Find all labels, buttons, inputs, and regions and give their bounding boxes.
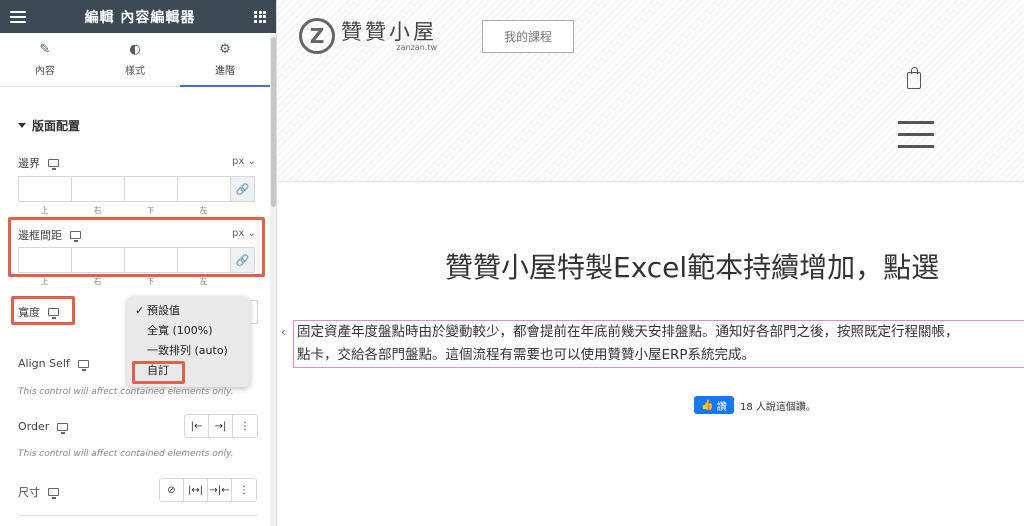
align-self-label-text: Align Self [18,357,70,370]
order-buttons: |← →| ⋮ [184,414,258,438]
desktop-icon[interactable] [48,488,59,499]
link-icon[interactable]: 🔗 [230,176,255,202]
logo-subtext: zanzan.tw [396,42,437,52]
menu-icon[interactable] [898,121,934,149]
fb-like: 👍 讚 18 人說這個讚。 [694,396,816,414]
panel-divider [18,515,258,516]
padding-left-input[interactable] [177,247,230,273]
para-line-2: 點卡，交給各部門盤點。這個流程有需要也可以使用贊贊小屋ERP系統完成。 [297,347,756,363]
order-start-icon[interactable]: |← [185,415,209,437]
tab-label: 樣式 [125,66,145,77]
collapse-panel-icon[interactable]: ‹ [281,325,286,339]
padding-label: 邊框間距 [18,227,81,243]
padding-right-input[interactable] [71,247,124,273]
padding-side-labels: 上右下左 [18,276,230,287]
side-label: 左 [199,277,208,286]
padding-label-text: 邊框間距 [18,229,62,242]
order-label: Order [18,420,69,434]
page-title: 贊贊小屋特製Excel範本持續增加，點選 [445,251,940,284]
desktop-icon[interactable] [70,231,81,242]
panel-tabs: ✎ 內容 ◐ 樣式 ⚙ 進階 [0,33,270,87]
margin-side-labels: 上右下左 [18,205,230,216]
grow-icon[interactable]: |↔| [184,479,208,501]
shrink-icon[interactable]: →|← [208,479,232,501]
side-label: 左 [199,206,208,215]
width-option-full[interactable]: 全寬 (100%) [127,321,250,341]
width-label-text: 寬度 [18,306,40,319]
margin-unit[interactable]: px ⌄ [232,156,256,167]
margin-label: 邊界 [18,155,59,171]
site-preview: Z 贊贊小屋 zanzan.tw 我的課程 ‹ 贊贊小屋特製Excel範本持續增… [277,0,1024,526]
width-label: 寬度 [18,304,59,320]
padding-top-input[interactable] [18,247,71,273]
size-label-text: 尺寸 [18,486,40,499]
panel-scrollbar[interactable] [270,33,276,526]
para-line-1: 固定資產年度盤點時由於變動較少，都會提前在年底前幾天安排盤點。通知好各部門之後，… [297,324,959,340]
desktop-icon[interactable] [77,359,89,371]
align-self-label: Align Self [18,357,89,371]
logo-text: 贊贊小屋 [341,19,437,44]
fb-like-label: 讚 [716,401,727,413]
tab-style[interactable]: ◐ 樣式 [90,33,180,86]
custom-highlight [132,361,185,384]
side-label: 上 [40,206,49,215]
pencil-icon: ✎ [39,41,51,57]
side-label: 上 [40,277,49,286]
order-label-text: Order [18,420,50,433]
order-note: This control will affect contained eleme… [18,449,234,459]
site-header: Z 贊贊小屋 zanzan.tw 我的課程 [277,0,1024,182]
grid-icon[interactable] [254,10,266,23]
fb-like-button[interactable]: 👍 讚 [694,396,734,414]
more-icon[interactable]: ⋮ [233,415,257,437]
my-courses-button[interactable]: 我的課程 [482,20,574,53]
gear-icon: ⚙ [219,41,231,57]
side-label: 右 [93,206,102,215]
link-icon[interactable]: 🔗 [230,247,255,273]
desktop-icon[interactable] [48,308,59,319]
side-label: 下 [146,277,155,286]
fb-like-count: 18 人說這個讚。 [740,401,816,413]
more-icon[interactable]: ⋮ [232,479,256,501]
padding-unit[interactable]: px ⌄ [232,228,256,239]
desktop-icon[interactable] [48,159,59,170]
panel-topbar: 編輯 內容編輯器 [0,0,276,33]
margin-inputs: 🔗 [18,176,255,202]
size-label: 尺寸 [18,484,59,500]
text-editor-widget[interactable]: 固定資產年度盤點時由於變動較少，都會提前在年底前幾天安排盤點。通知好各部門之後，… [293,320,1024,368]
width-option-auto[interactable]: 一致排列 (auto) [127,341,250,361]
editor-panel: 編輯 內容編輯器 ✎ 內容 ◐ 樣式 ⚙ 進階 版面配置 邊界 px ⌄ 🔗 上右下左… [0,0,277,526]
shopping-bag-icon[interactable] [907,67,921,89]
padding-inputs: 🔗 [18,247,255,273]
tab-content[interactable]: ✎ 內容 [0,33,90,86]
size-buttons: ⊘ |↔| →|← ⋮ [159,478,257,502]
hamburger-icon[interactable] [10,10,26,23]
desktop-icon[interactable] [57,422,69,434]
width-option-default[interactable]: 預設值 [127,301,250,321]
margin-label-text: 邊界 [18,157,40,170]
margin-left-input[interactable] [177,176,230,202]
section-layout-title[interactable]: 版面配置 [18,117,80,134]
logo-z-icon: Z [299,18,335,54]
panel-title: 編輯 內容編輯器 [84,9,196,26]
width-select-edge[interactable] [250,300,258,324]
padding-bottom-input[interactable] [124,247,177,273]
none-icon[interactable]: ⊘ [160,479,184,501]
tab-advanced[interactable]: ⚙ 進階 [180,33,270,87]
thumbs-up-icon: 👍 [701,399,714,411]
order-end-icon[interactable]: →| [209,415,233,437]
align-self-note: This control will affect contained eleme… [18,387,234,397]
contrast-icon: ◐ [129,41,141,57]
tab-label: 進階 [215,66,235,77]
side-label: 下 [146,206,155,215]
tab-label: 內容 [35,66,55,77]
site-logo[interactable]: Z 贊贊小屋 zanzan.tw [299,18,437,54]
side-label: 右 [93,277,102,286]
margin-bottom-input[interactable] [124,176,177,202]
margin-top-input[interactable] [18,176,71,202]
margin-right-input[interactable] [71,176,124,202]
